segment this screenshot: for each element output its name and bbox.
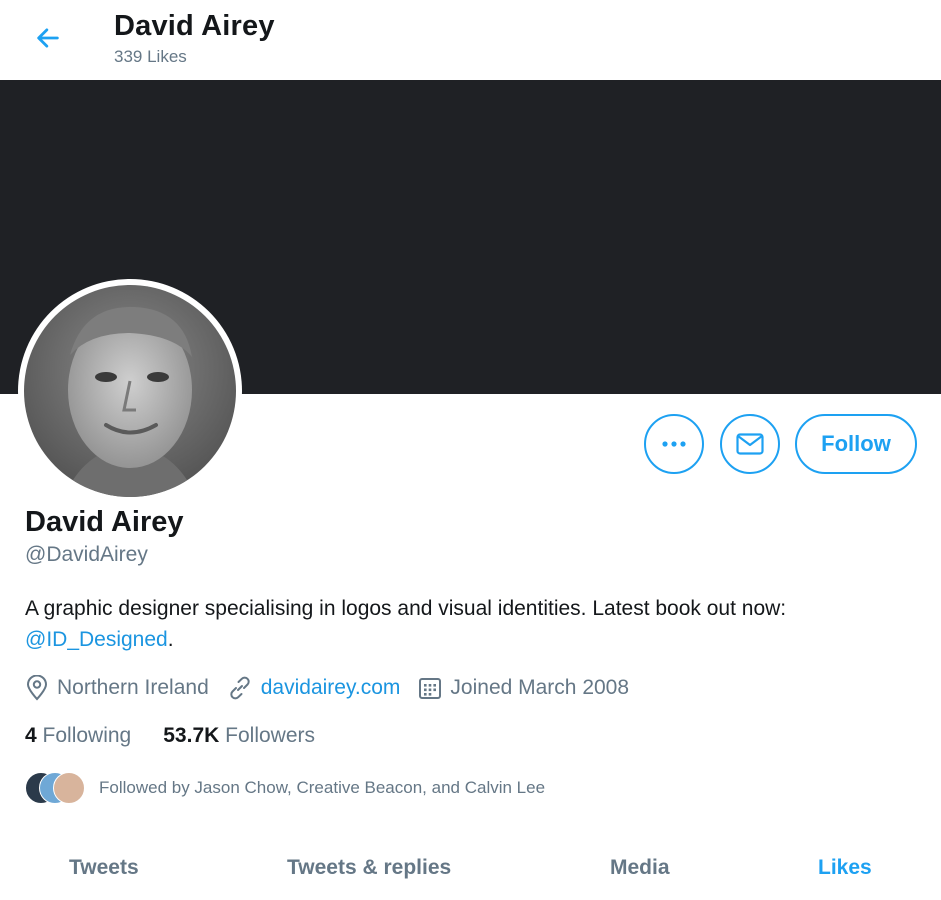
top-bar: David Airey 339 Likes	[0, 0, 941, 80]
location-icon	[26, 675, 48, 701]
bio-end: .	[167, 628, 174, 651]
followers-stat[interactable]: 53.7K Followers	[163, 724, 315, 748]
mail-icon	[736, 433, 764, 455]
followed-by-avatars	[25, 772, 87, 804]
following-count: 4	[25, 724, 37, 747]
following-stat[interactable]: 4 Following	[25, 724, 131, 748]
bio-text: A graphic designer specialising in logos…	[25, 597, 787, 620]
location-text: Northern Ireland	[57, 676, 209, 699]
more-button[interactable]	[644, 414, 704, 474]
joined-item: Joined March 2008	[418, 676, 629, 700]
more-icon	[662, 441, 686, 447]
followed-by-text: Followed by Jason Chow, Creative Beacon,…	[99, 778, 546, 797]
header-likes-count: 339 Likes	[114, 47, 187, 66]
follower-avatar	[53, 772, 85, 804]
website-item: davidairey.com	[227, 675, 401, 701]
profile-tabs: Tweets Tweets & replies Media Likes	[0, 840, 941, 900]
calendar-icon	[419, 678, 442, 699]
avatar-photo	[24, 285, 236, 497]
followers-label: Followers	[225, 724, 315, 747]
profile-stats: 4 Following 53.7K Followers	[25, 724, 347, 748]
tab-likes[interactable]: Likes	[818, 856, 872, 880]
joined-text: Joined March 2008	[450, 676, 630, 699]
followed-by[interactable]: Followed by Jason Chow, Creative Beacon,…	[25, 772, 545, 804]
website-link[interactable]: davidairey.com	[261, 676, 401, 700]
link-icon	[230, 676, 250, 700]
profile-name: David Airey	[25, 506, 184, 538]
back-arrow-icon	[37, 28, 59, 48]
location-item: Northern Ireland	[25, 675, 209, 701]
following-label: Following	[42, 724, 132, 747]
back-button[interactable]	[28, 18, 68, 58]
profile-meta: Northern Ireland davidairey.com Joined M…	[25, 672, 647, 704]
avatar[interactable]	[18, 279, 242, 503]
followers-count: 53.7K	[163, 724, 220, 747]
message-button[interactable]	[720, 414, 780, 474]
header-title: David Airey	[114, 10, 275, 42]
follow-button[interactable]: Follow	[795, 414, 917, 474]
bio-mention-link[interactable]: @ID_Designed	[25, 628, 168, 651]
profile-bio: A graphic designer specialising in logos…	[25, 593, 925, 655]
tab-media[interactable]: Media	[610, 856, 670, 880]
profile-handle: @DavidAirey	[25, 543, 148, 566]
tab-tweets-replies[interactable]: Tweets & replies	[287, 856, 451, 880]
tab-tweets[interactable]: Tweets	[69, 856, 139, 880]
